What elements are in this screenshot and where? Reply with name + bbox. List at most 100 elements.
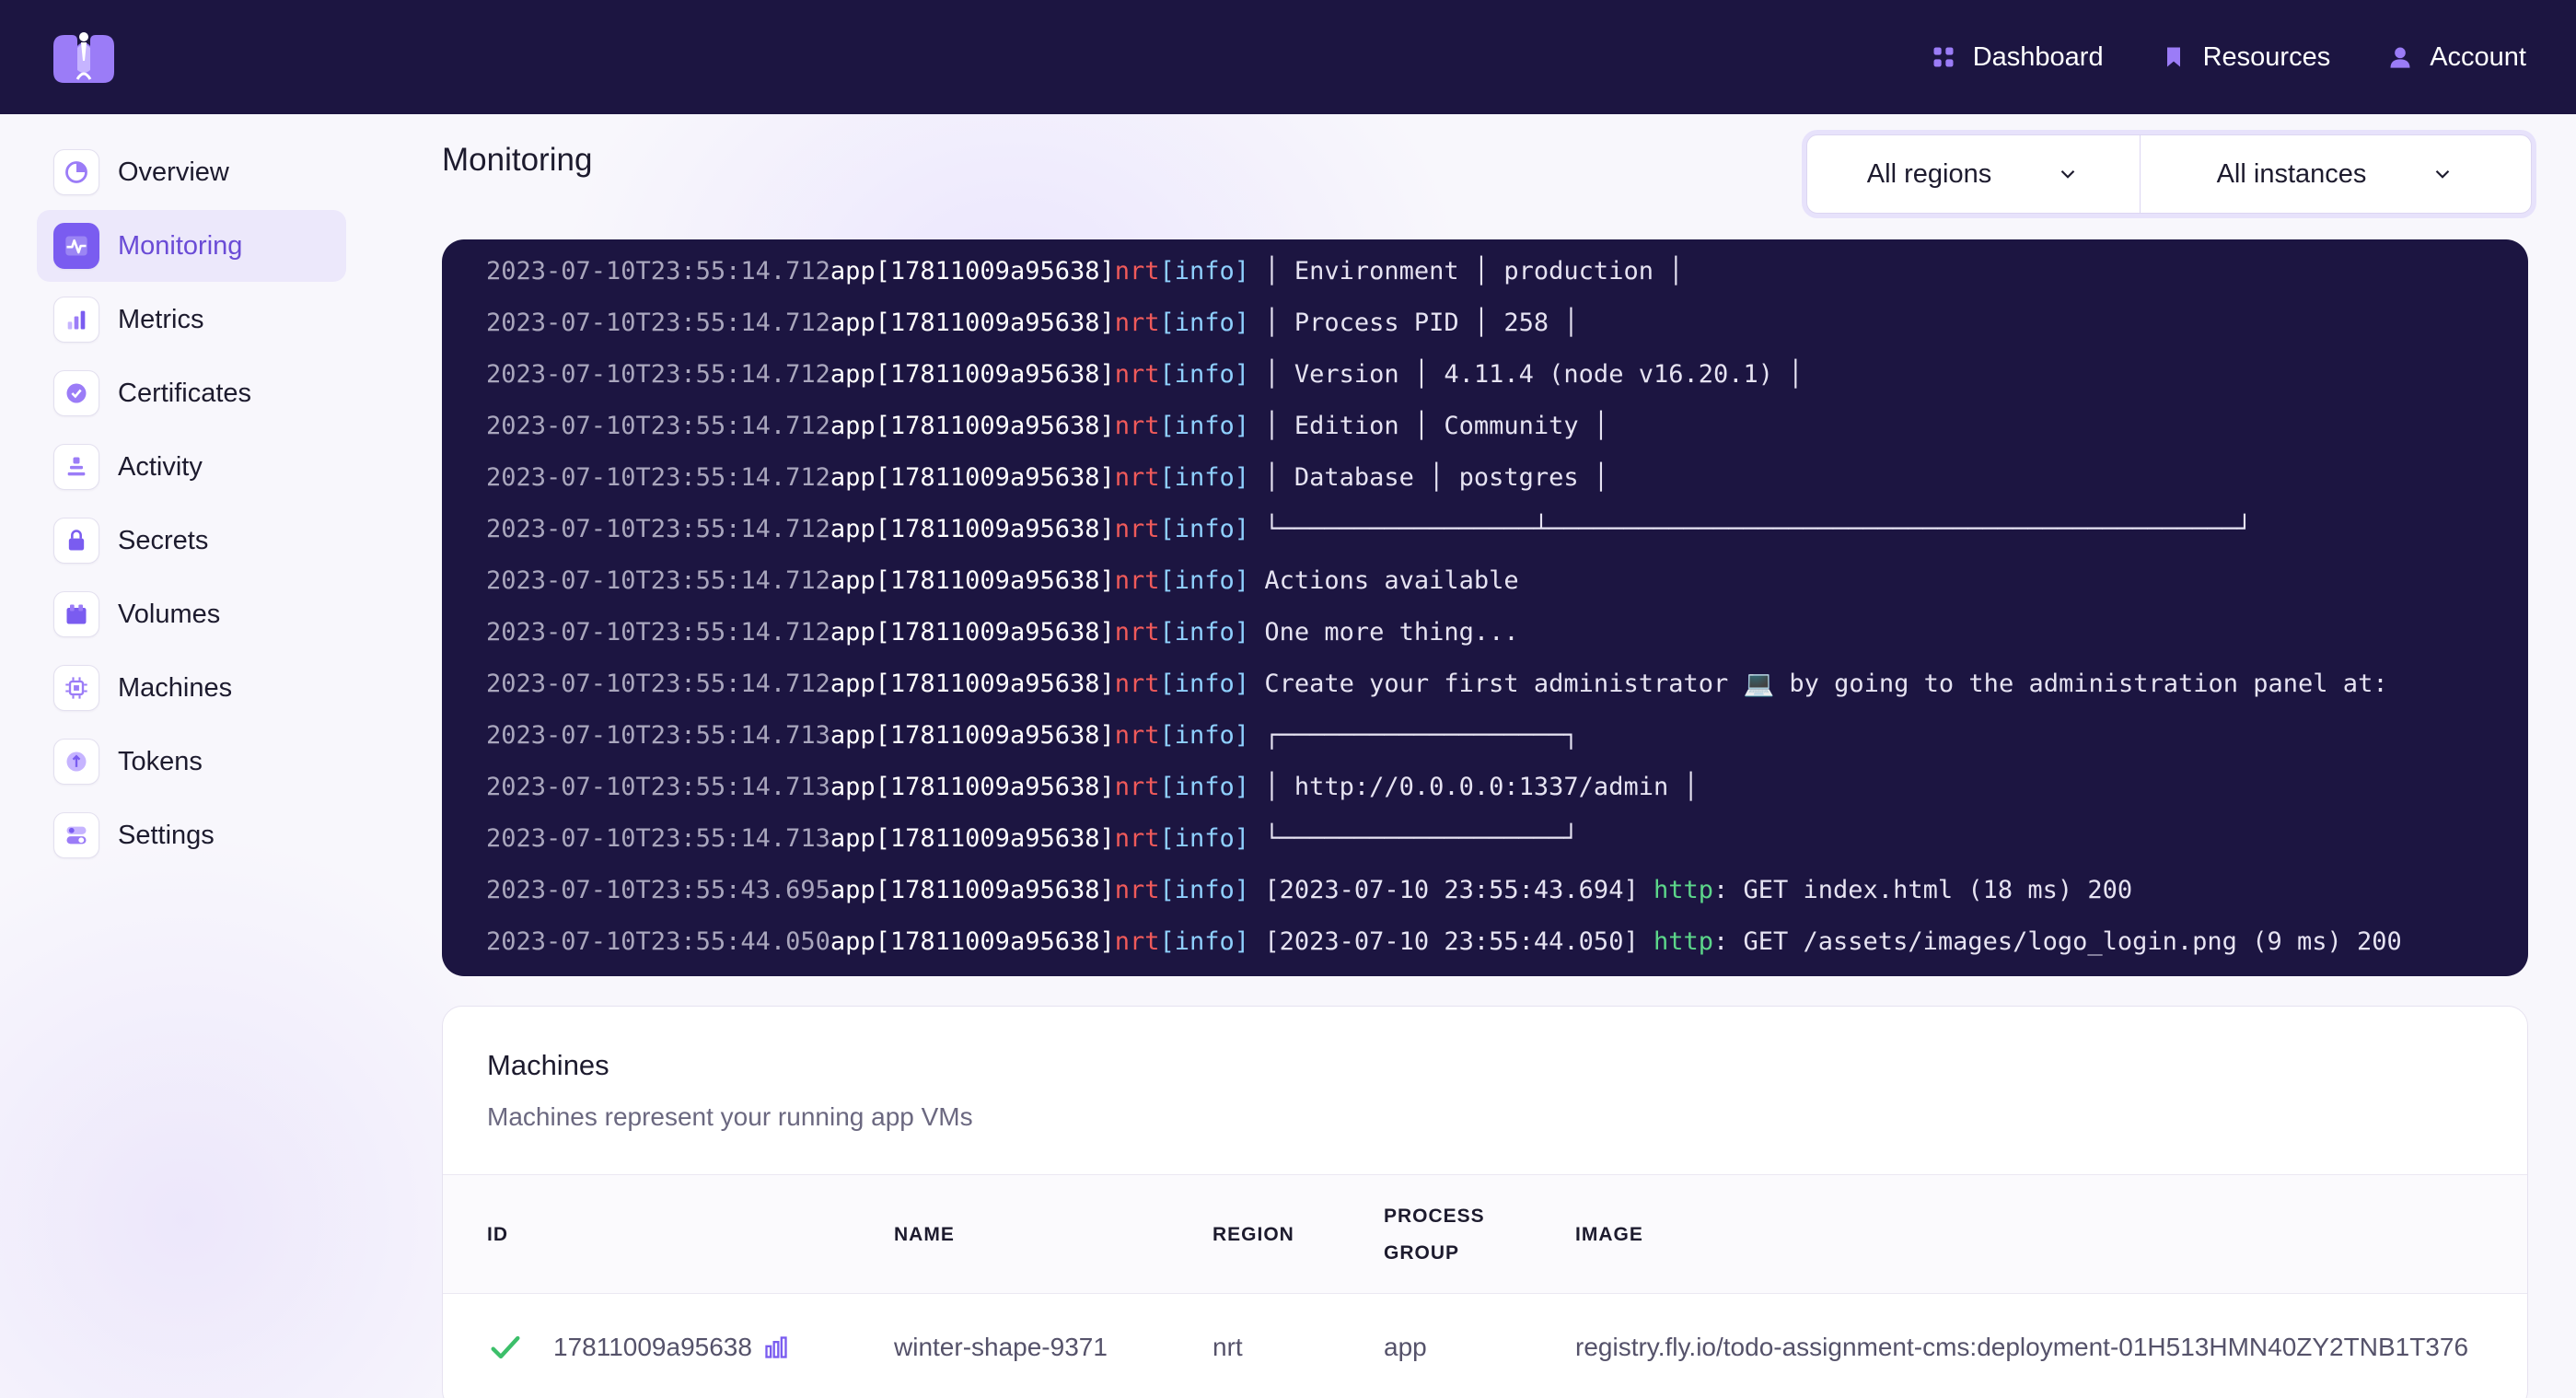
log-timestamp: 2023-07-10T23:55:14.712 [486, 462, 830, 492]
toggles-icon [53, 812, 99, 858]
log-line: 2023-07-10T23:55:14.712 app[17811009a956… [442, 606, 2528, 658]
sidebar-item-label: Tokens [118, 746, 203, 776]
sidebar-item-label: Secrets [118, 525, 209, 555]
sidebar-item-label: Metrics [118, 304, 204, 334]
log-line: 2023-07-10T23:55:14.713 app[17811009a956… [442, 761, 2528, 812]
log-message: ┌───────────────────┐ [1249, 720, 1579, 750]
status-check-icon [487, 1294, 524, 1398]
log-region: nrt [1114, 256, 1160, 285]
log-app: app[17811009a95638] [830, 875, 1115, 904]
chip-icon [53, 665, 99, 711]
column-header-region[interactable]: REGION [1213, 1175, 1294, 1295]
sidebar-item-overview[interactable]: Overview [37, 136, 346, 208]
nav-account-label: Account [2430, 41, 2526, 72]
table-row[interactable]: 17811009a95638 winter-shape-9371 nrt app… [443, 1294, 2527, 1398]
log-region: nrt [1114, 926, 1160, 956]
log-region: nrt [1114, 565, 1160, 595]
log-app: app[17811009a95638] [830, 359, 1115, 389]
log-line: 2023-07-10T23:55:14.712 app[17811009a956… [442, 503, 2528, 554]
log-region: nrt [1114, 669, 1160, 698]
sidebar-item-label: Certificates [118, 378, 252, 408]
sidebar-item-label: Volumes [118, 599, 221, 629]
instance-select-value: All instances [2216, 158, 2367, 189]
machine-id-cell: 17811009a95638 [553, 1294, 789, 1398]
sidebar-item-label: Machines [118, 672, 233, 703]
machines-table-header: ID NAME REGION PROCESS GROUP IMAGE [443, 1174, 2527, 1294]
sidebar-item-certificates[interactable]: Certificates [37, 357, 346, 429]
chevron-down-icon [2436, 169, 2450, 179]
log-console[interactable]: 2023-07-10T23:55:14.712 app[17811009a956… [442, 239, 2528, 976]
machine-name: winter-shape-9371 [894, 1333, 1108, 1361]
log-message: : GET index.html (18 ms) 200 [1713, 875, 2133, 904]
log-prefix: [2023-07-10 23:55:43.694] [1249, 875, 1654, 904]
machine-image: registry.fly.io/todo-assignment-cms:depl… [1575, 1333, 2469, 1361]
log-level: [info] [1159, 462, 1250, 492]
log-line: 2023-07-10T23:55:14.713 app[17811009a956… [442, 812, 2528, 864]
log-level: [info] [1159, 308, 1250, 337]
sidebar-item-monitoring[interactable]: Monitoring [37, 210, 346, 282]
log-region: nrt [1114, 308, 1160, 337]
log-region: nrt [1114, 823, 1160, 853]
sidebar-item-settings[interactable]: Settings [37, 799, 346, 871]
page-title: Monitoring [442, 142, 593, 178]
region-select[interactable]: All regions [1807, 135, 2141, 213]
nav-dashboard[interactable]: Dashboard [1931, 42, 2104, 73]
log-level: [info] [1159, 720, 1250, 750]
sidebar-item-label: Activity [118, 451, 203, 482]
grid-icon [1933, 47, 1954, 67]
nav-account[interactable]: Account [2387, 42, 2526, 73]
sidebar-item-label: Settings [118, 820, 215, 850]
column-header-process-group[interactable]: PROCESS GROUP [1384, 1175, 1513, 1295]
log-region: nrt [1114, 514, 1160, 543]
column-header-image[interactable]: IMAGE [1575, 1175, 1643, 1295]
sidebar-item-metrics[interactable]: Metrics [37, 284, 346, 355]
log-message: Actions available [1249, 565, 1519, 595]
log-level: [info] [1159, 875, 1250, 904]
instance-select[interactable]: All instances [2141, 135, 2531, 213]
log-timestamp: 2023-07-10T23:55:14.712 [486, 514, 830, 543]
sidebar-item-activity[interactable]: Activity [37, 431, 346, 503]
log-region: nrt [1114, 411, 1160, 440]
log-line: 2023-07-10T23:55:14.712 app[17811009a956… [442, 297, 2528, 348]
log-message: : GET /assets/images/logo_login.png (9 m… [1713, 926, 2402, 956]
log-app: app[17811009a95638] [830, 669, 1115, 698]
log-message: Create your first administrator 💻 by goi… [1249, 670, 2388, 698]
machines-card: Machines Machines represent your running… [442, 1006, 2528, 1398]
log-line: 2023-07-10T23:55:44.050 app[17811009a956… [442, 915, 2528, 967]
sidebar-item-volumes[interactable]: Volumes [37, 578, 346, 650]
column-header-id[interactable]: ID [487, 1175, 508, 1295]
log-message: │ http://0.0.0.0:1337/admin │ [1249, 772, 1699, 801]
log-level: [info] [1159, 926, 1250, 956]
log-region: nrt [1114, 462, 1160, 492]
machine-process-group: app [1384, 1333, 1427, 1361]
log-line: 2023-07-10T23:55:14.712 app[17811009a956… [442, 245, 2528, 297]
log-timestamp: 2023-07-10T23:55:44.050 [486, 926, 830, 956]
column-header-name[interactable]: NAME [894, 1175, 955, 1295]
badge-check-icon [53, 370, 99, 416]
log-level: [info] [1159, 256, 1250, 285]
log-level: [info] [1159, 565, 1250, 595]
log-message: │ Environment │ production │ [1249, 256, 1684, 285]
log-app: app[17811009a95638] [830, 772, 1115, 801]
metrics-bars-icon[interactable] [763, 1334, 789, 1360]
stack-icon [53, 444, 99, 490]
log-http-tag: http [1653, 926, 1713, 956]
machines-subtitle: Machines represent your running app VMs [487, 1102, 973, 1131]
sidebar-item-machines[interactable]: Machines [37, 652, 346, 724]
log-timestamp: 2023-07-10T23:55:14.712 [486, 359, 830, 389]
log-message: One more thing... [1249, 617, 1519, 647]
log-app: app[17811009a95638] [830, 926, 1115, 956]
log-level: [info] [1159, 772, 1250, 801]
log-timestamp: 2023-07-10T23:55:14.713 [486, 823, 830, 853]
app-logo-icon[interactable] [50, 28, 118, 87]
chevron-down-icon [2060, 169, 2075, 179]
sidebar-item-label: Overview [118, 157, 229, 187]
lock-icon [53, 518, 99, 564]
log-app: app[17811009a95638] [830, 720, 1115, 750]
sidebar-item-label: Monitoring [118, 230, 243, 261]
sidebar-item-tokens[interactable]: Tokens [37, 726, 346, 798]
nav-resources[interactable]: Resources [2161, 42, 2330, 73]
box-icon [53, 591, 99, 637]
log-prefix: [2023-07-10 23:55:44.050] [1249, 926, 1654, 956]
sidebar-item-secrets[interactable]: Secrets [37, 505, 346, 577]
